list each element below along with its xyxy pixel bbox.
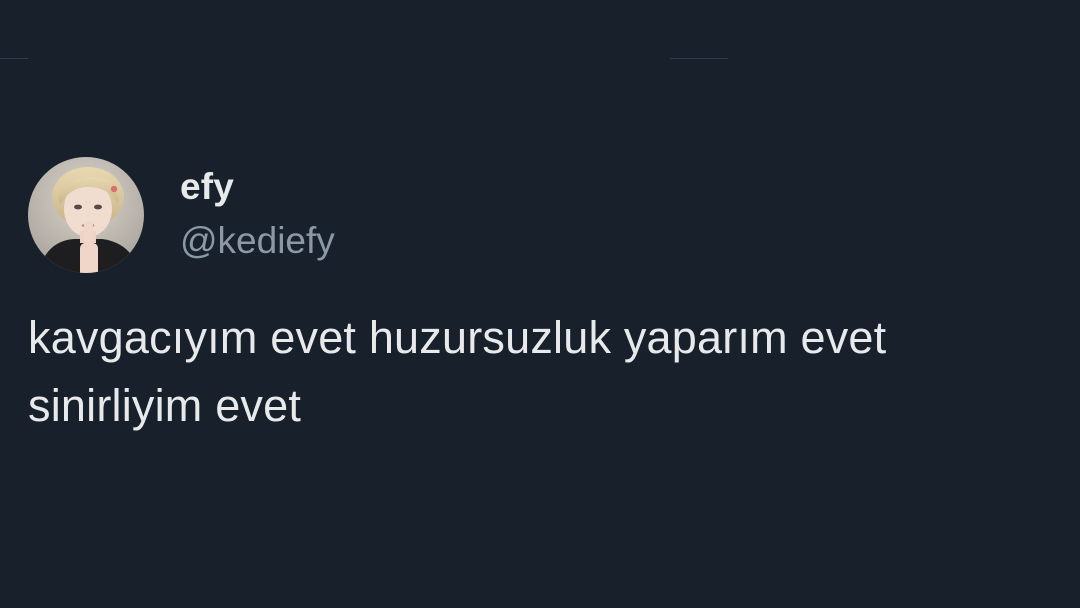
display-name[interactable]: efy	[180, 164, 335, 210]
tweet-header: efy @kediefy	[28, 157, 1058, 273]
user-handle[interactable]: @kediefy	[180, 218, 335, 264]
top-divider-left	[0, 58, 28, 59]
avatar-photo	[28, 157, 144, 273]
top-divider-right	[670, 58, 728, 59]
tweet-text: kavgacıyım evet huzursuzluk yaparım evet…	[28, 312, 887, 431]
user-names: efy @kediefy	[180, 157, 335, 264]
avatar[interactable]	[28, 157, 144, 273]
tweet-card: efy @kediefy kavgacıyım evet huzursuzluk…	[28, 157, 1058, 440]
